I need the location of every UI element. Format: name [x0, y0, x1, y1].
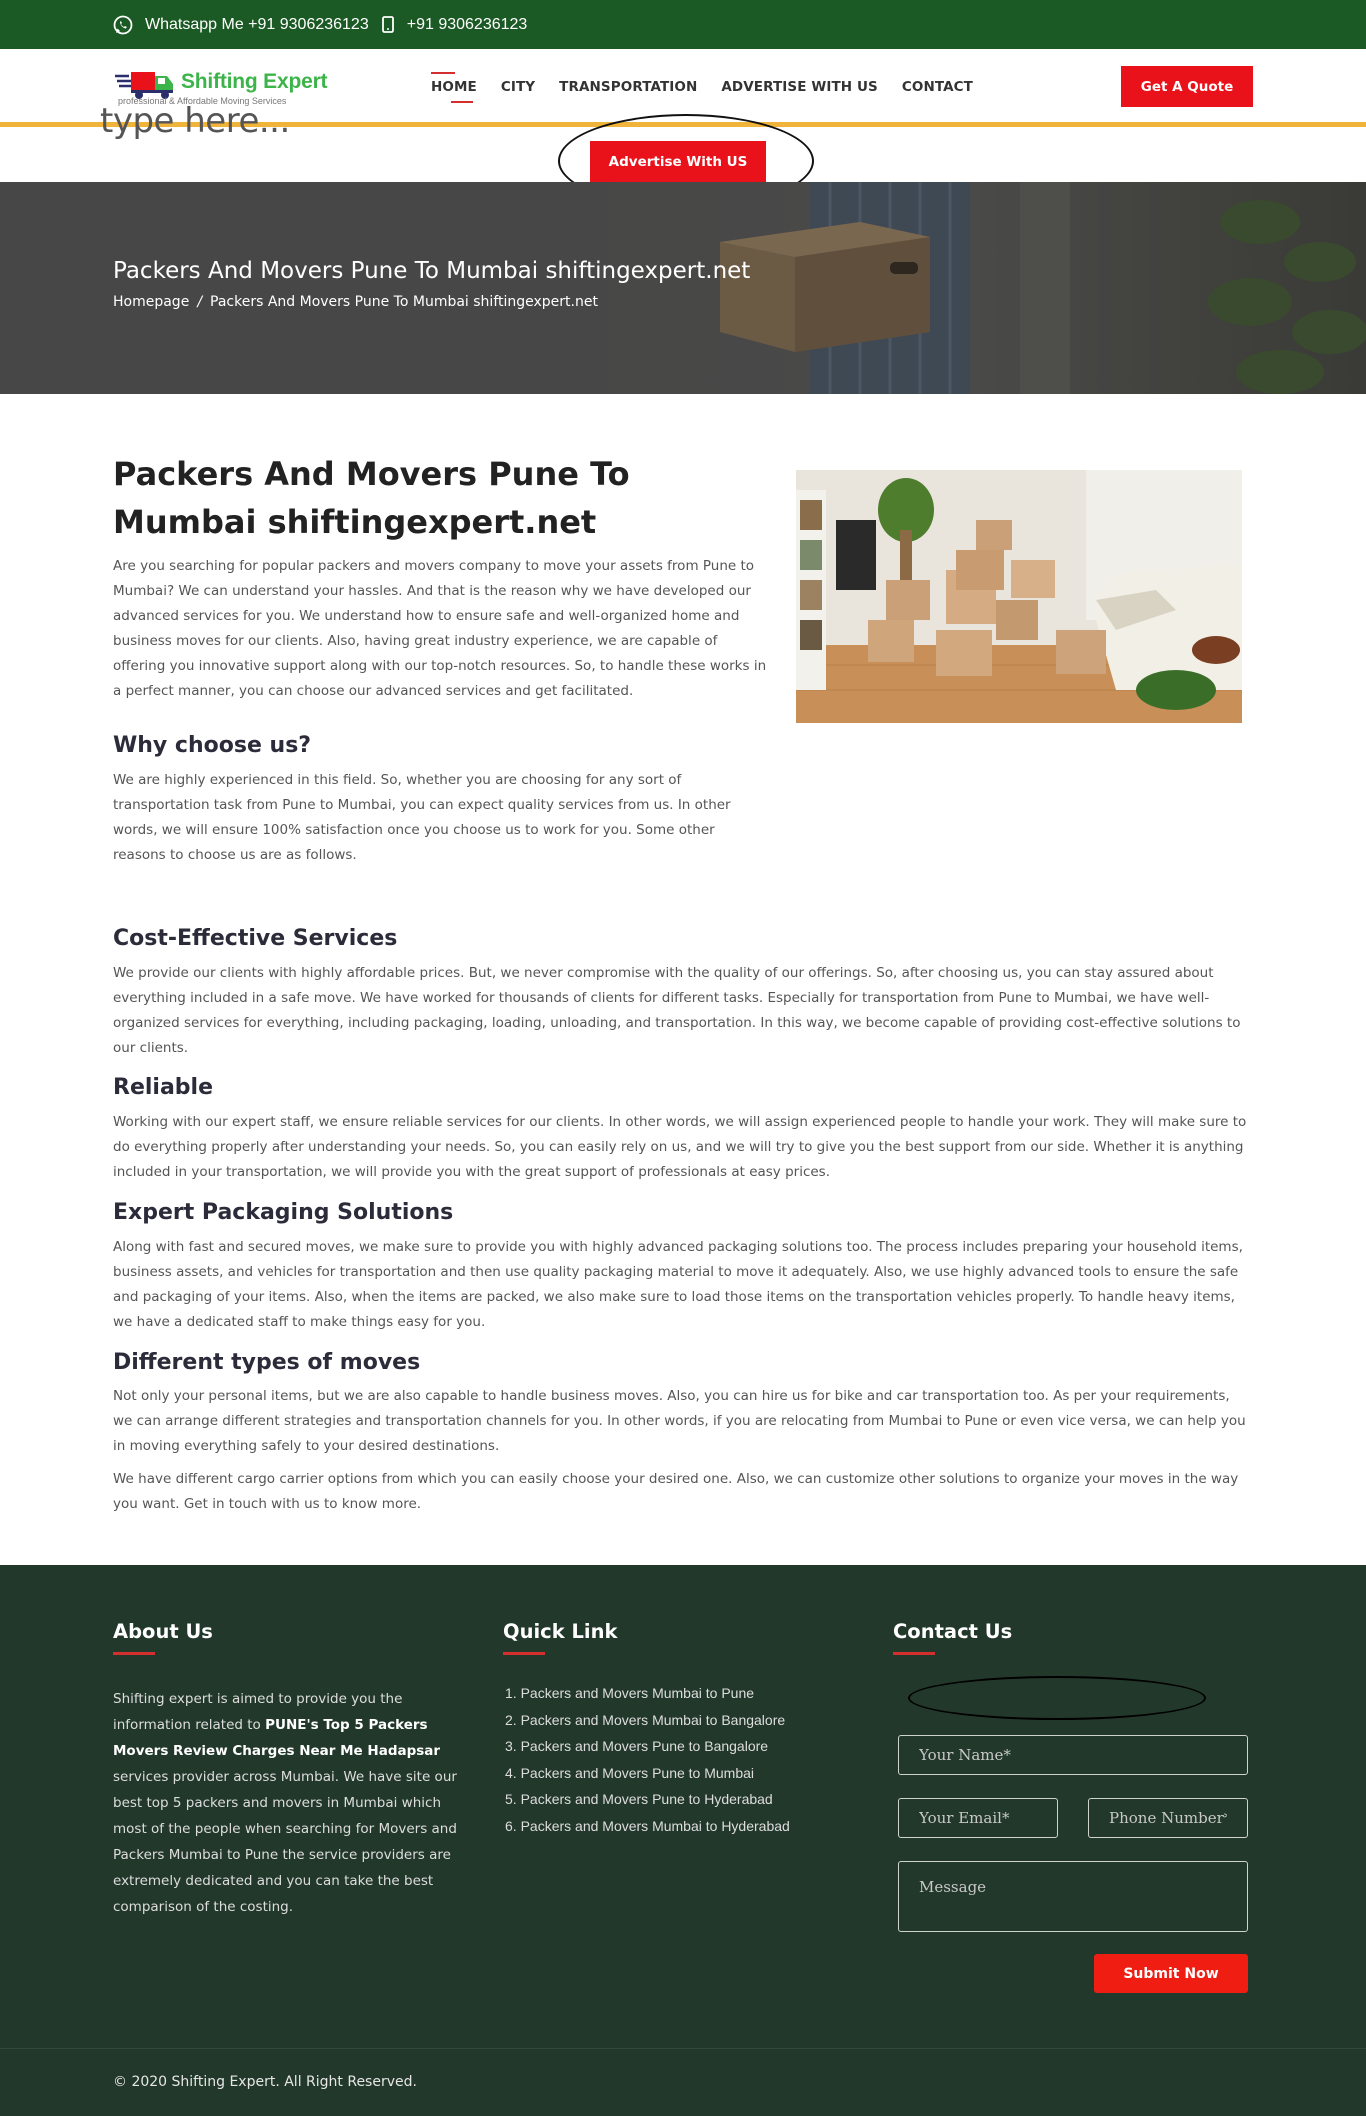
copyright-text: © 2020 Shifting Expert. All Right Reserv…: [113, 2074, 417, 2090]
quick-link-label[interactable]: Packers and Movers Mumbai to Pune: [521, 1685, 754, 1701]
highlight-oval: [908, 1676, 1206, 1720]
footer-quick-link-heading: Quick Link: [503, 1620, 618, 1655]
section-heading-cost-effective: Cost-Effective Services: [113, 926, 398, 951]
footer-contact-heading: Contact Us: [893, 1620, 1013, 1655]
banner-photo: [560, 182, 1366, 394]
nav-home[interactable]: HOME: [431, 72, 477, 103]
phone-field[interactable]: [1088, 1798, 1248, 1838]
nav-contact[interactable]: CONTACT: [902, 76, 973, 98]
footer-about-heading: About Us: [113, 1620, 213, 1655]
breadcrumb-separator: /: [197, 294, 203, 310]
banner-title: Packers And Movers Pune To Mumbai shifti…: [113, 258, 751, 284]
living-room-boxes-image: [796, 470, 1242, 723]
section-text-why-choose: We are highly experienced in this field.…: [113, 772, 731, 863]
intro-paragraph: Are you searching for popular packers an…: [113, 558, 767, 699]
footer-divider: [0, 2048, 1366, 2049]
footer-about-text: Shifting expert is aimed to provide you …: [113, 1686, 463, 1920]
whatsapp-icon[interactable]: [113, 15, 133, 35]
quick-link-label[interactable]: Packers and Movers Pune to Bangalore: [521, 1738, 768, 1754]
about-text-part: services provider across Mumbai. We have…: [113, 1769, 457, 1915]
section-text-packaging: Along with fast and secured moves, we ma…: [113, 1239, 1243, 1330]
nav-advertise-with-us[interactable]: ADVERTISE WITH US: [721, 76, 878, 98]
breadcrumb: Homepage / Packers And Movers Pune To Mu…: [113, 294, 598, 310]
name-field[interactable]: [898, 1735, 1248, 1775]
section-text-reliable: Working with our expert staff, we ensure…: [113, 1114, 1247, 1180]
mobile-phone-icon: [381, 16, 395, 34]
quick-link-label[interactable]: Packers and Movers Pune to Hyderabad: [521, 1791, 773, 1807]
section-heading-reliable: Reliable: [113, 1075, 213, 1100]
quick-link-label[interactable]: Packers and Movers Mumbai to Hyderabad: [521, 1818, 790, 1834]
page-title: Packers And Movers Pune To Mumbai shifti…: [113, 455, 630, 541]
quick-link-label[interactable]: Packers and Movers Mumbai to Bangalore: [521, 1712, 786, 1728]
quick-link[interactable]: 1. Packers and Movers Mumbai to Pune: [505, 1680, 790, 1707]
nav-transportation[interactable]: TRANSPORTATION: [559, 76, 697, 98]
section-heading-packaging: Expert Packaging Solutions: [113, 1200, 454, 1225]
quick-link[interactable]: 6. Packers and Movers Mumbai to Hyderaba…: [505, 1813, 790, 1840]
quick-link[interactable]: 5. Packers and Movers Pune to Hyderabad: [505, 1786, 790, 1813]
quick-link[interactable]: 4. Packers and Movers Pune to Mumbai: [505, 1760, 790, 1787]
page-banner: Packers And Movers Pune To Mumbai shifti…: [0, 182, 1366, 394]
whatsapp-link[interactable]: Whatsapp Me +91 9306236123: [145, 16, 369, 34]
quick-link[interactable]: 3. Packers and Movers Pune to Bangalore: [505, 1733, 790, 1760]
get-a-quote-button[interactable]: Get A Quote: [1121, 66, 1253, 107]
email-field[interactable]: [898, 1798, 1058, 1838]
closing-paragraph: We have different cargo carrier options …: [113, 1471, 1239, 1512]
advertise-with-us-button[interactable]: Advertise With US: [590, 141, 766, 183]
submit-button[interactable]: Submit Now: [1094, 1954, 1248, 1993]
message-field[interactable]: [898, 1861, 1248, 1932]
logo-name: Shifting Expert: [181, 70, 328, 93]
quick-links-list: 1. Packers and Movers Mumbai to Pune 2. …: [505, 1680, 790, 1840]
section-text-moves: Not only your personal items, but we are…: [113, 1388, 1246, 1454]
breadcrumb-current: Packers And Movers Pune To Mumbai shifti…: [210, 294, 598, 310]
nav-city[interactable]: CITY: [501, 76, 535, 98]
breadcrumb-home-link[interactable]: Homepage: [113, 294, 189, 310]
quick-link-label[interactable]: Packers and Movers Pune to Mumbai: [521, 1765, 754, 1781]
phone-link[interactable]: +91 9306236123: [407, 16, 528, 34]
main-nav: HOME CITY TRANSPORTATION ADVERTISE WITH …: [431, 72, 997, 103]
top-contact-bar: Whatsapp Me +91 9306236123 +91 930623612…: [0, 0, 1366, 49]
quick-link[interactable]: 2. Packers and Movers Mumbai to Bangalor…: [505, 1707, 790, 1734]
section-heading-why-choose: Why choose us?: [113, 733, 312, 758]
section-heading-moves: Different types of moves: [113, 1350, 421, 1375]
type-here-text[interactable]: type here...: [100, 101, 290, 141]
section-text-cost-effective: We provide our clients with highly affor…: [113, 965, 1241, 1056]
